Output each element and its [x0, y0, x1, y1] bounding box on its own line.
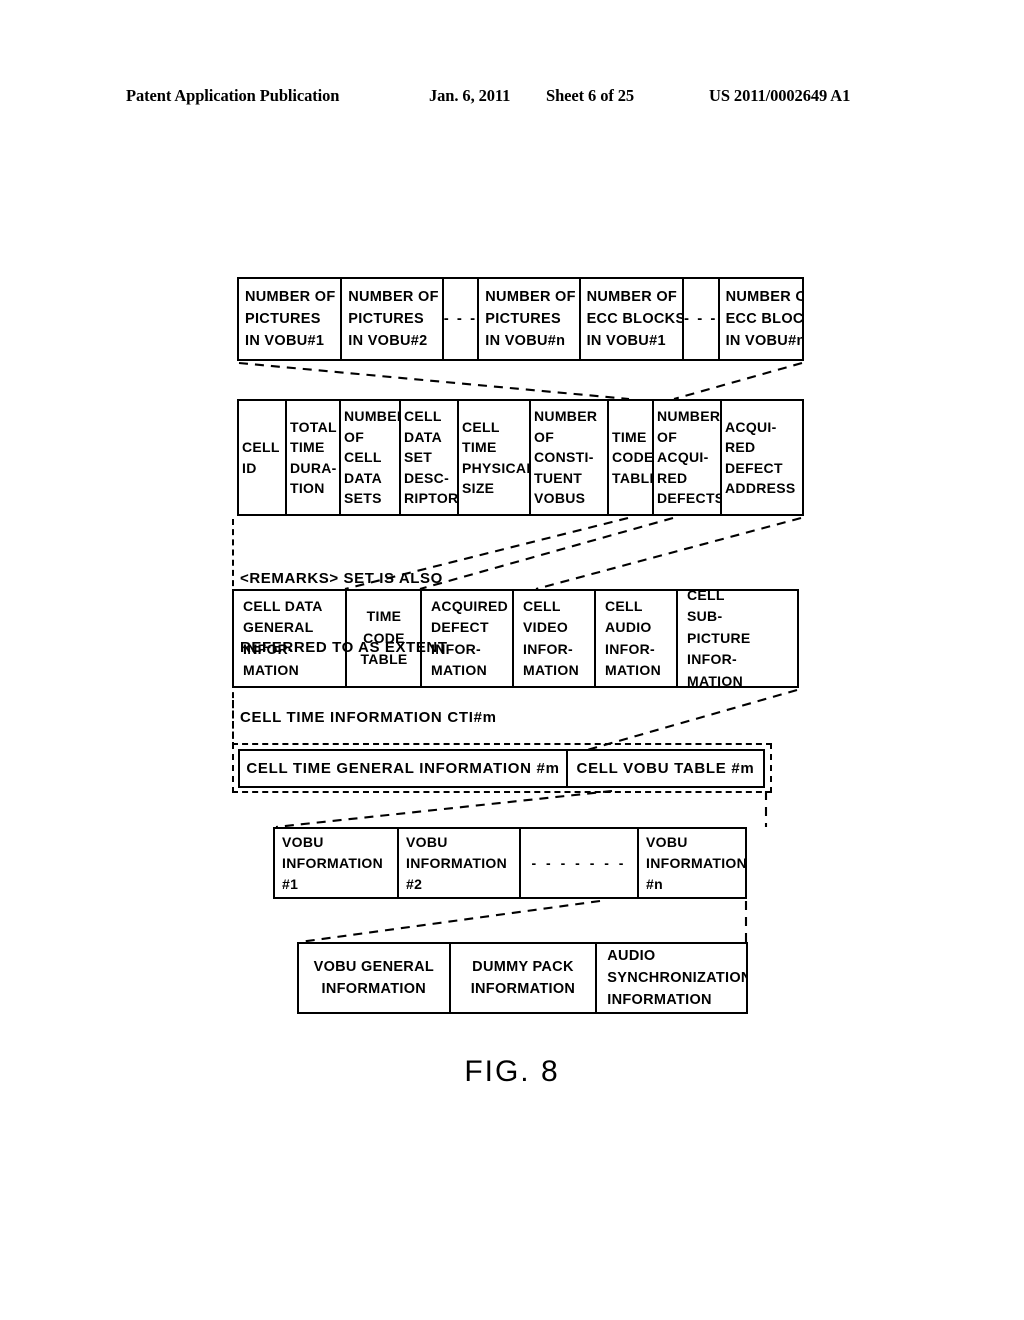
table-cell: VOBU INFORMATION #n [646, 833, 745, 892]
table-cell: NUMBER OF CONSTI- TUENT VOBUS [531, 401, 609, 514]
table-cell: CELL SUB- PICTURE INFOR- MATION [687, 591, 751, 686]
table-cell-ellipsis: - - - [684, 279, 720, 359]
figure-caption: FIG. 8 [464, 1055, 560, 1088]
table-cell: VOBU INFORMATION #2 [399, 829, 521, 897]
table-cell: NUMBER OF PICTURES IN VOBU#2 [342, 279, 444, 359]
cell-time-information-table: CELL TIME GENERAL INFORMATION #m CELL VO… [238, 749, 765, 788]
table-cell: CELL ID [239, 401, 287, 514]
vobu-general-information-table: VOBU GENERAL INFORMATION DUMMY PACK INFO… [297, 942, 748, 1014]
table-cell: AUDIO SYNCHRONIZATION INFORMATION [607, 948, 746, 1008]
table-cell: NUMBER OF ECC BLOCKS IN VOBU#1 [581, 279, 684, 359]
cell-time-information-label: CELL TIME INFORMATION CTI#m [240, 709, 497, 726]
table-cell: DUMMY PACK INFORMATION [451, 944, 598, 1012]
patent-figure: NUMBER OF PICTURES IN VOBU#1 NUMBER OF P… [0, 0, 1024, 1320]
table-cell: CELL TIME GENERAL INFORMATION #m [240, 751, 568, 786]
table-cell: TIME CODE TABLE [609, 401, 654, 514]
table-cell: CELL VIDEO INFOR- MATION [514, 591, 596, 686]
cell-data-set-descriptor-table: CELL ID TOTAL TIME DURA- TION NUMBER OF … [237, 399, 804, 516]
table-cell: CELL TIME PHYSICAL SIZE [459, 401, 531, 514]
table-cell: NUMBER OF PICTURES IN VOBU#1 [239, 279, 343, 359]
vobu-information-table: VOBU INFORMATION #1 VOBU INFORMATION #2 … [273, 827, 747, 899]
table-cell: NUMBER OF CELL DATA SETS [341, 401, 401, 514]
table-cell: CELL DATA SET DESC- RIPTOR [401, 401, 459, 514]
vobu-picture-count-table: NUMBER OF PICTURES IN VOBU#1 NUMBER OF P… [237, 277, 804, 361]
table-cell: NUMBER OF PICTURES IN VOBU#n [479, 279, 581, 359]
remarks-line-2: REFERRED TO AS EXTENT [240, 639, 448, 656]
table-cell: CELL VOBU TABLE #m [576, 759, 755, 777]
table-cell: VOBU INFORMATION #1 [275, 829, 399, 897]
table-cell: CELL AUDIO INFOR- MATION [596, 591, 678, 686]
remarks-note: <REMARKS> SET IS ALSO REFERRED TO AS EXT… [240, 521, 448, 705]
table-cell: NUMBER OF ACQUI- RED DEFECTS [654, 401, 722, 514]
remarks-line-1: <REMARKS> SET IS ALSO [240, 570, 443, 587]
table-cell-ellipsis: - - - - - - - [521, 829, 639, 897]
table-cell: VOBU GENERAL INFORMATION [299, 944, 451, 1012]
table-cell: TOTAL TIME DURA- TION [287, 401, 341, 514]
table-cell-ellipsis: - - - [444, 279, 480, 359]
table-cell: ACQUI- RED DEFECT ADDRESS [725, 418, 796, 497]
cti-guide-line [232, 700, 234, 748]
table-cell: NUMBER OF ECC BLOCKS IN VOBU#n [725, 289, 802, 349]
